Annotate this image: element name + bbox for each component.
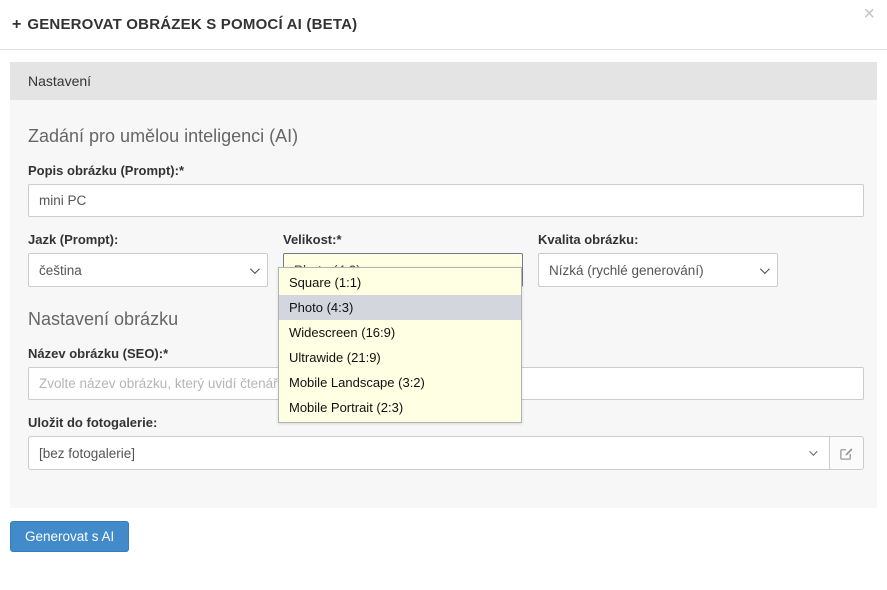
gallery-select-value: [bez fotogalerie]: [39, 446, 135, 461]
chevron-down-icon: [809, 447, 817, 455]
size-dropdown-option[interactable]: Ultrawide (21:9): [279, 345, 521, 370]
plus-icon: +: [12, 16, 21, 34]
gallery-select[interactable]: [bez fotogalerie]: [28, 436, 830, 470]
size-dropdown-list: Square (1:1)Photo (4:3)Widescreen (16:9)…: [278, 267, 522, 423]
language-select-value: čeština: [39, 263, 82, 278]
edit-gallery-button[interactable]: [830, 436, 864, 470]
generate-button[interactable]: Generovat s AI: [10, 521, 129, 552]
panel-section-bar: Nastavení: [10, 62, 877, 100]
gallery-input-group: [bez fotogalerie]: [28, 436, 864, 470]
gallery-group: Uložit do fotogalerie: [bez fotogalerie]: [28, 415, 859, 470]
dialog-header: + GENEROVAT OBRÁZEK S POMOCÍ AI (BETA) ×: [0, 0, 887, 50]
panel-body: Zadání pro umělou inteligenci (AI) Popis…: [10, 100, 877, 508]
language-label: Jazk (Prompt):: [28, 232, 268, 247]
selects-row: Jazk (Prompt): čeština Velikost:* Photo …: [28, 232, 859, 287]
size-dropdown-option[interactable]: Mobile Portrait (2:3): [279, 395, 521, 420]
quality-select[interactable]: Nízká (rychlé generování): [538, 253, 778, 287]
size-dropdown-option[interactable]: Photo (4:3): [279, 295, 521, 320]
chevron-down-icon: [760, 264, 770, 274]
chevron-down-icon: [250, 264, 260, 274]
language-column: Jazk (Prompt): čeština: [28, 232, 268, 287]
quality-label: Kvalita obrázku:: [538, 232, 778, 247]
prompt-group: Popis obrázku (Prompt):*: [28, 163, 859, 217]
close-icon[interactable]: ×: [863, 4, 875, 24]
size-dropdown-option[interactable]: Mobile Landscape (3:2): [279, 370, 521, 395]
prompt-label: Popis obrázku (Prompt):*: [28, 163, 859, 178]
settings-panel: Nastavení Zadání pro umělou inteligenci …: [10, 62, 877, 508]
page-title: GENEROVAT OBRÁZEK S POMOCÍ AI (BETA): [27, 16, 357, 33]
size-dropdown-option[interactable]: Square (1:1): [279, 270, 521, 295]
language-select[interactable]: čeština: [28, 253, 268, 287]
panel-bar-title: Nastavení: [28, 73, 91, 89]
edit-icon: [839, 446, 854, 461]
size-dropdown-option[interactable]: Widescreen (16:9): [279, 320, 521, 345]
size-label: Velikost:*: [283, 232, 523, 247]
prompt-input[interactable]: [28, 184, 864, 217]
quality-select-value: Nízká (rychlé generování): [549, 263, 704, 278]
ai-section-heading: Zadání pro umělou inteligenci (AI): [28, 126, 859, 147]
size-column: Velikost:* Photo (4:3) Square (1:1)Photo…: [283, 232, 523, 287]
quality-column: Kvalita obrázku: Nízká (rychlé generován…: [538, 232, 778, 287]
